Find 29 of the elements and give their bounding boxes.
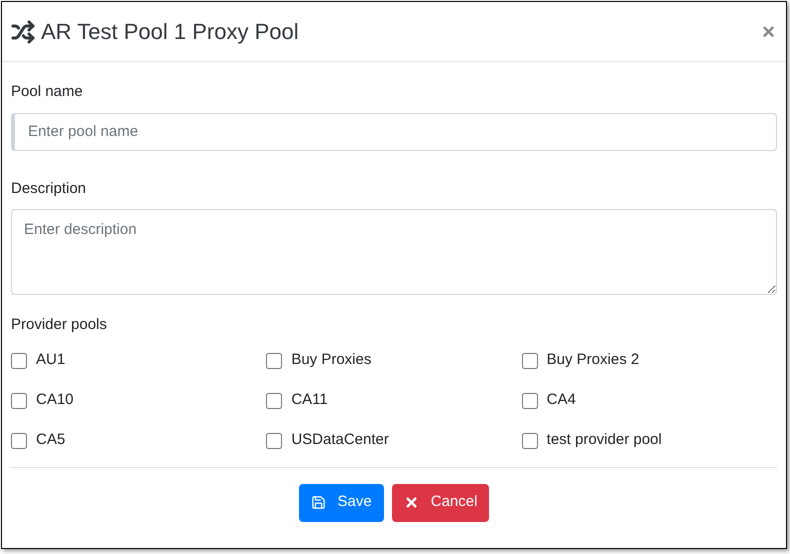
checkbox-label: Buy Proxies — [291, 350, 372, 370]
checkbox-label: AU1 — [36, 350, 66, 370]
pool-checkbox[interactable] — [11, 432, 27, 448]
pool-checkbox[interactable] — [266, 432, 282, 448]
pool-name-field[interactable]: Enter pool name — [11, 112, 777, 150]
pool-checkbox[interactable] — [522, 352, 538, 368]
pool-checkbox[interactable] — [11, 392, 27, 408]
field-label: Provider pools — [11, 315, 108, 335]
checkbox-label: USDataCenter — [291, 430, 389, 450]
close-button[interactable]: × — [762, 20, 775, 42]
x-icon — [404, 495, 419, 510]
checkbox-label: CA4 — [546, 390, 576, 410]
shuffle-icon — [11, 20, 35, 44]
field-label: Description — [11, 178, 88, 198]
pool-checkbox[interactable] — [266, 392, 282, 408]
field-label: Pool name — [11, 82, 84, 102]
cancel-button[interactable]: Cancel — [392, 484, 490, 522]
pool-checkbox[interactable] — [11, 352, 27, 368]
description-field[interactable]: Enter description — [11, 209, 777, 295]
checkbox-label: CA11 — [291, 390, 328, 410]
checkbox-label: Buy Proxies 2 — [546, 350, 640, 370]
checkbox-label: CA10 — [36, 390, 74, 410]
pool-checkbox[interactable] — [522, 432, 538, 448]
dialog-title: AR Test Pool 1 Proxy Pool — [41, 18, 299, 46]
pool-checkbox[interactable] — [522, 392, 538, 408]
checkbox-label: test provider pool — [546, 430, 662, 450]
checkbox-label: CA5 — [36, 430, 66, 450]
pool-checkbox[interactable] — [266, 352, 282, 368]
save-button[interactable]: Save — [298, 484, 384, 522]
